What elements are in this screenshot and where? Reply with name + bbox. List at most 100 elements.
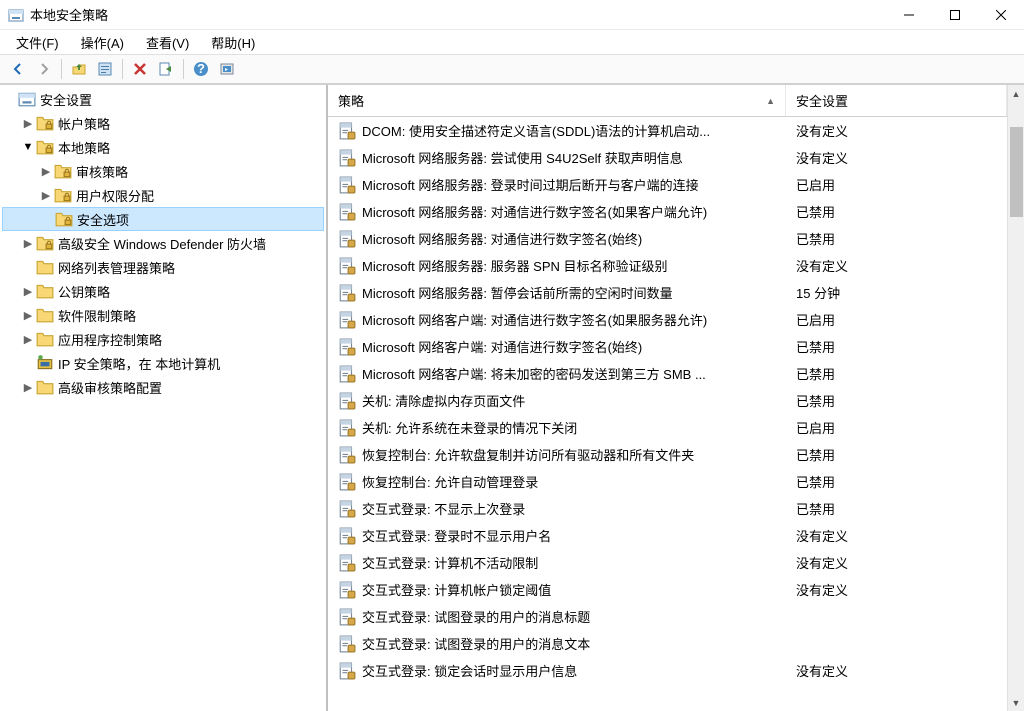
- forward-button[interactable]: [32, 57, 56, 81]
- policy-setting-cell: 没有定义: [786, 118, 1007, 143]
- tree-expander-icon: [2, 91, 18, 107]
- policy-row[interactable]: Microsoft 网络服务器: 对通信进行数字签名(始终)已禁用: [328, 225, 1007, 252]
- close-button[interactable]: [978, 0, 1024, 30]
- app-icon: [8, 7, 24, 23]
- policy-setting-cell: 没有定义: [786, 577, 1007, 602]
- policy-icon: [338, 149, 356, 167]
- tree-item[interactable]: ▶ 软件限制策略: [2, 303, 324, 327]
- policy-row[interactable]: Microsoft 网络客户端: 对通信进行数字签名(始终)已禁用: [328, 333, 1007, 360]
- policy-row[interactable]: 交互式登录: 不显示上次登录已禁用: [328, 495, 1007, 522]
- policy-row[interactable]: Microsoft 网络客户端: 将未加密的密码发送到第三方 SMB ...已禁…: [328, 360, 1007, 387]
- policy-row[interactable]: Microsoft 网络服务器: 服务器 SPN 目标名称验证级别没有定义: [328, 252, 1007, 279]
- maximize-button[interactable]: [932, 0, 978, 30]
- menu-view[interactable]: 查看(V): [136, 31, 199, 54]
- show-button[interactable]: [215, 57, 239, 81]
- tree-expander-icon[interactable]: ▶: [20, 235, 36, 251]
- scroll-down-button[interactable]: ▼: [1008, 694, 1024, 711]
- policy-row[interactable]: 关机: 清除虚拟内存页面文件已禁用: [328, 387, 1007, 414]
- tree-item[interactable]: 安全选项: [2, 207, 324, 231]
- tree-item[interactable]: ▶应用程序控制策略: [2, 327, 324, 351]
- policy-row[interactable]: Microsoft 网络服务器: 尝试使用 S4U2Self 获取声明信息没有定…: [328, 144, 1007, 171]
- toolbar: [0, 54, 1024, 84]
- scroll-thumb[interactable]: [1010, 127, 1023, 217]
- policy-row[interactable]: 交互式登录: 锁定会话时显示用户信息没有定义: [328, 657, 1007, 684]
- tree-item[interactable]: 网络列表管理器策略: [2, 255, 324, 279]
- policy-icon: [338, 446, 356, 464]
- tree-expander-icon[interactable]: ▶: [20, 307, 36, 323]
- policy-name-cell: 交互式登录: 不显示上次登录: [328, 496, 786, 521]
- tree-item[interactable]: IP 安全策略，在 本地计算机: [2, 351, 324, 375]
- up-button[interactable]: [67, 57, 91, 81]
- policy-name-cell: 交互式登录: 锁定会话时显示用户信息: [328, 658, 786, 683]
- policy-icon: [338, 419, 356, 437]
- tree-item[interactable]: ▶高级安全 Windows Defender 防火墙: [2, 231, 324, 255]
- policy-icon: [338, 365, 356, 383]
- tree-expander-icon: [39, 211, 55, 227]
- policy-setting-cell: 已禁用: [786, 388, 1007, 413]
- toolbar-separator: [122, 59, 123, 79]
- policy-row[interactable]: 关机: 允许系统在未登录的情况下关闭已启用: [328, 414, 1007, 441]
- delete-button[interactable]: [128, 57, 152, 81]
- tree-item[interactable]: ▶高级审核策略配置: [2, 375, 324, 399]
- column-header-setting[interactable]: 安全设置: [786, 85, 1007, 116]
- menu-action[interactable]: 操作(A): [71, 31, 134, 54]
- tree-expander-icon[interactable]: ▶: [38, 163, 54, 179]
- policy-row[interactable]: Microsoft 网络服务器: 对通信进行数字签名(如果客户端允许)已禁用: [328, 198, 1007, 225]
- policy-row[interactable]: Microsoft 网络客户端: 对通信进行数字签名(如果服务器允许)已启用: [328, 306, 1007, 333]
- tree-expander-icon[interactable]: ▶: [20, 331, 36, 347]
- policy-row[interactable]: 恢复控制台: 允许软盘复制并访问所有驱动器和所有文件夹已禁用: [328, 441, 1007, 468]
- help-button[interactable]: [189, 57, 213, 81]
- folder-lock-icon: [54, 162, 72, 180]
- minimize-button[interactable]: [886, 0, 932, 30]
- policy-row[interactable]: DCOM: 使用安全描述符定义语言(SDDL)语法的计算机启动...没有定义: [328, 117, 1007, 144]
- policy-name-cell: 关机: 清除虚拟内存页面文件: [328, 388, 786, 413]
- policy-name-cell: 交互式登录: 登录时不显示用户名: [328, 523, 786, 548]
- folder-icon: [36, 378, 54, 396]
- policy-row[interactable]: 交互式登录: 计算机帐户锁定阈值没有定义: [328, 576, 1007, 603]
- export-button[interactable]: [154, 57, 178, 81]
- tree-expander-icon[interactable]: ▶: [20, 379, 36, 395]
- policy-row[interactable]: 交互式登录: 计算机不活动限制没有定义: [328, 549, 1007, 576]
- tree-item[interactable]: ▶审核策略: [2, 159, 324, 183]
- policy-setting-cell: 没有定义: [786, 658, 1007, 683]
- scroll-up-button[interactable]: ▲: [1008, 85, 1024, 102]
- tree-item-label: 软件限制策略: [58, 306, 136, 325]
- tree-item[interactable]: ▼本地策略: [2, 135, 324, 159]
- properties-button[interactable]: [93, 57, 117, 81]
- policy-row[interactable]: Microsoft 网络服务器: 暂停会话前所需的空闲时间数量15 分钟: [328, 279, 1007, 306]
- vertical-scrollbar[interactable]: ▲ ▼: [1007, 85, 1024, 711]
- policy-setting-cell: 没有定义: [786, 523, 1007, 548]
- tree-item-label: 用户权限分配: [76, 186, 154, 205]
- policy-name-cell: Microsoft 网络服务器: 对通信进行数字签名(如果客户端允许): [328, 199, 786, 224]
- tree-expander-icon[interactable]: ▶: [20, 283, 36, 299]
- tree-item[interactable]: ▶公钥策略: [2, 279, 324, 303]
- column-header-policy[interactable]: 策略▲: [328, 85, 786, 116]
- tree-item[interactable]: ▶ 用户权限分配: [2, 183, 324, 207]
- detail-table[interactable]: 策略▲ 安全设置 DCOM: 使用安全描述符定义语言(SDDL)语法的计算机启动…: [328, 85, 1007, 711]
- policy-row[interactable]: 恢复控制台: 允许自动管理登录已禁用: [328, 468, 1007, 495]
- policy-icon: [338, 122, 356, 140]
- policy-setting-cell: 已禁用: [786, 469, 1007, 494]
- policy-setting-cell: 已禁用: [786, 334, 1007, 359]
- tree-item[interactable]: ▶帐户策略: [2, 111, 324, 135]
- policy-icon: [338, 635, 356, 653]
- menu-file[interactable]: 文件(F): [6, 31, 69, 54]
- policy-icon: [338, 473, 356, 491]
- folder-lock-icon: [36, 138, 54, 156]
- menu-help[interactable]: 帮助(H): [201, 31, 265, 54]
- policy-row[interactable]: 交互式登录: 登录时不显示用户名没有定义: [328, 522, 1007, 549]
- policy-icon: [338, 176, 356, 194]
- tree-expander-icon[interactable]: ▼: [20, 139, 36, 155]
- tree-expander-icon[interactable]: ▶: [38, 187, 54, 203]
- policy-setting-cell: 已禁用: [786, 199, 1007, 224]
- window-title: 本地安全策略: [30, 5, 886, 24]
- tree-expander-icon[interactable]: ▶: [20, 115, 36, 131]
- back-button[interactable]: [6, 57, 30, 81]
- policy-row[interactable]: 交互式登录: 试图登录的用户的消息文本: [328, 630, 1007, 657]
- tree-pane[interactable]: 安全设置▶帐户策略▼本地策略▶审核策略▶用户权限分配安全选项▶高级安全 Wind…: [0, 85, 328, 711]
- policy-row[interactable]: 交互式登录: 试图登录的用户的消息标题: [328, 603, 1007, 630]
- tree-item[interactable]: 安全设置: [2, 87, 324, 111]
- policy-row[interactable]: Microsoft 网络服务器: 登录时间过期后断开与客户端的连接已启用: [328, 171, 1007, 198]
- policy-setting-cell: [786, 614, 1007, 620]
- folder-icon: [36, 258, 54, 276]
